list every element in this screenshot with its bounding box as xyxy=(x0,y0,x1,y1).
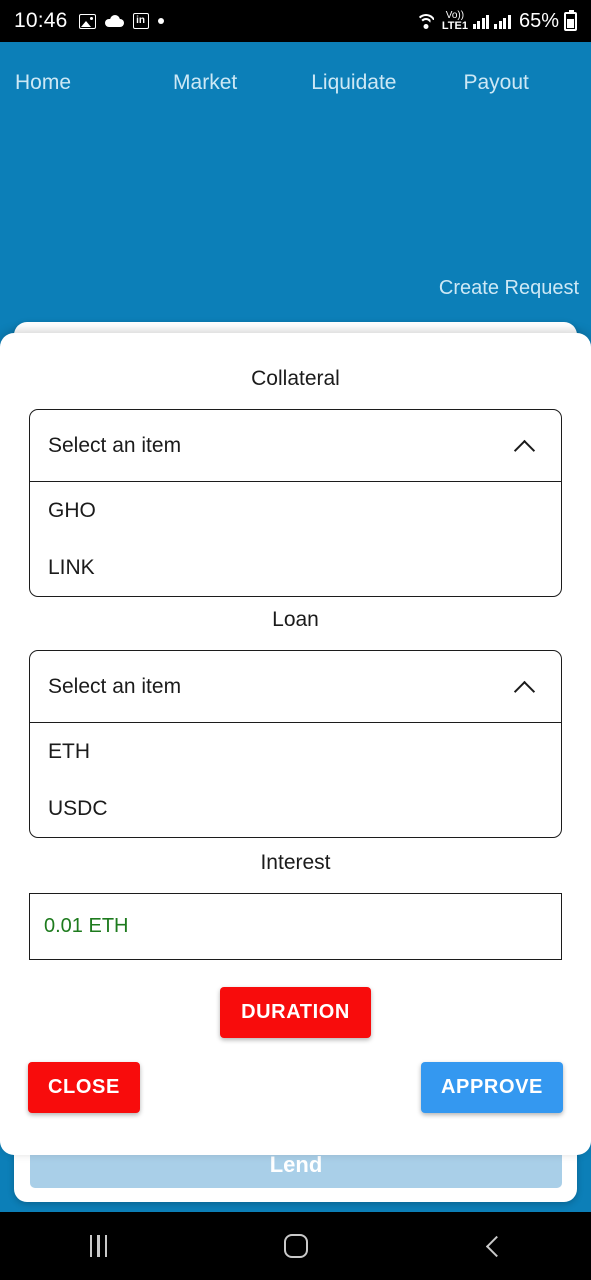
home-button[interactable] xyxy=(197,1234,394,1258)
duration-button-row: DURATION xyxy=(0,987,591,1038)
nav-item-market[interactable]: Market xyxy=(169,71,241,95)
approve-button[interactable]: APPROVE xyxy=(420,1062,563,1113)
create-request-modal: Collateral Select an item GHO LINK Loan … xyxy=(0,333,591,1155)
battery-icon xyxy=(564,9,577,31)
loan-select-value: Select an item xyxy=(48,674,182,698)
recents-icon xyxy=(89,1235,108,1257)
interest-input[interactable]: 0.01 ETH xyxy=(29,893,562,960)
chevron-up-icon[interactable] xyxy=(515,436,535,456)
nav-item-liquidate[interactable]: Liquidate xyxy=(307,71,400,95)
collateral-select-header[interactable]: Select an item xyxy=(30,410,561,481)
loan-select[interactable]: Select an item ETH USDC xyxy=(29,650,562,838)
collateral-select-value: Select an item xyxy=(48,433,182,457)
wifi-icon xyxy=(416,13,437,29)
collateral-option-link[interactable]: LINK xyxy=(30,539,561,596)
status-bar-system-icons: Vo)) LTE1 65% xyxy=(416,9,577,33)
duration-button[interactable]: DURATION xyxy=(220,987,371,1038)
dot-icon xyxy=(157,18,164,24)
loan-label: Loan xyxy=(272,608,319,631)
status-bar: 10:46 in Vo)) LTE1 65% xyxy=(0,0,591,42)
collateral-option-gho[interactable]: GHO xyxy=(30,482,561,539)
cloud-icon xyxy=(104,15,124,27)
linkedin-icon: in xyxy=(132,13,149,29)
volte-top-label: Vo)) xyxy=(445,9,465,21)
app-header: Home Market Liquidate Payout xyxy=(0,42,591,124)
phone-screen: 10:46 in Vo)) LTE1 65% Home Market Liqui… xyxy=(0,0,591,1280)
recents-button[interactable] xyxy=(0,1235,197,1257)
back-button[interactable] xyxy=(394,1237,591,1255)
collateral-options-list: GHO LINK xyxy=(30,481,561,596)
modal-action-row: CLOSE APPROVE xyxy=(0,1062,591,1113)
chevron-up-icon-2[interactable] xyxy=(515,677,535,697)
close-button[interactable]: CLOSE xyxy=(28,1062,140,1113)
collateral-select[interactable]: Select an item GHO LINK xyxy=(29,409,562,597)
loan-select-header[interactable]: Select an item xyxy=(30,651,561,722)
loan-options-list: ETH USDC xyxy=(30,722,561,837)
volte-icon: Vo)) LTE1 xyxy=(441,9,468,32)
nav-item-payout[interactable]: Payout xyxy=(459,71,532,95)
interest-value: 0.01 ETH xyxy=(44,915,129,937)
system-navigation-bar xyxy=(0,1212,591,1280)
nav-item-home[interactable]: Home xyxy=(11,71,75,95)
loan-option-eth[interactable]: ETH xyxy=(30,723,561,780)
collateral-label: Collateral xyxy=(251,367,340,390)
status-bar-notification-icons: in xyxy=(78,13,164,29)
signal-bars-icon-2 xyxy=(494,14,511,29)
interest-label: Interest xyxy=(260,851,331,874)
home-icon xyxy=(283,1234,308,1258)
battery-percent-label: 65% xyxy=(518,9,559,32)
volte-label: LTE1 xyxy=(441,19,468,32)
image-icon xyxy=(78,13,96,29)
status-bar-clock: 10:46 xyxy=(14,9,68,32)
back-icon xyxy=(484,1237,502,1255)
loan-option-usdc[interactable]: USDC xyxy=(30,780,561,837)
create-request-link[interactable]: Create Request xyxy=(439,277,579,300)
signal-bars-icon xyxy=(472,14,490,29)
